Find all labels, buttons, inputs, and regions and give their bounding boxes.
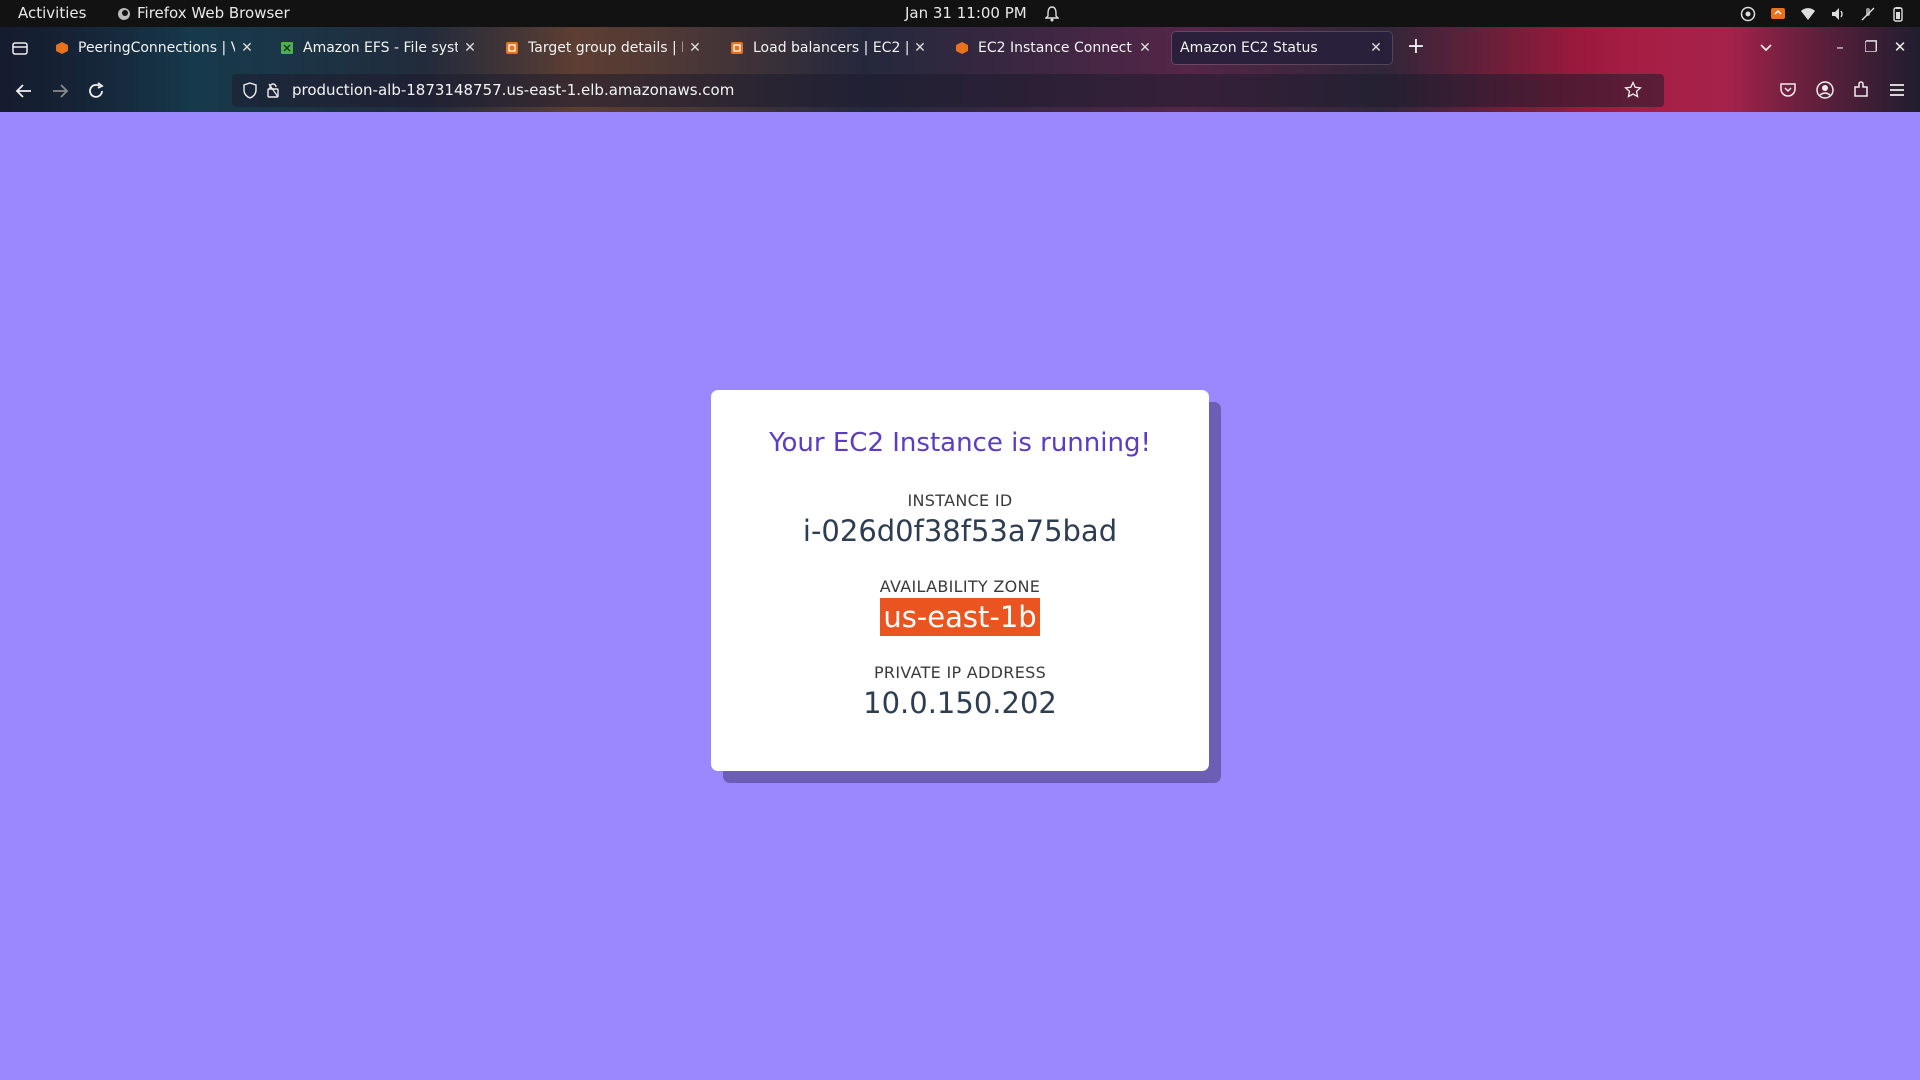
tab-bar: PeeringConnections | VP ✕ Amazon EFS - F… [0,27,1920,69]
minimize-button[interactable]: – [1828,35,1852,59]
aws-ec2-icon [731,42,743,54]
availability-zone-label: AVAILABILITY ZONE [879,577,1041,596]
private-ip-value: 10.0.150.202 [863,686,1057,720]
restore-button[interactable]: ❐ [1859,35,1883,59]
bookmark-star-icon[interactable] [1624,81,1642,99]
chrome-indicator-icon [1740,6,1756,21]
pocket-icon[interactable] [1777,79,1799,101]
tab-load-balancers[interactable]: Load balancers | EC2 | us ✕ [722,32,936,64]
clock-text: Jan 31 11:00 PM [905,4,1027,22]
account-icon[interactable] [1814,79,1836,101]
url-bar[interactable]: production-alb-1873148757.us-east-1.elb.… [232,74,1664,107]
app-menu[interactable]: Firefox Web Browser [117,0,290,27]
tab-title: PeeringConnections | VP [78,40,235,56]
system-top-bar: Activities Firefox Web Browser Jan 31 11… [0,0,1920,27]
clock[interactable]: Jan 31 11:00 PM [905,0,1059,27]
reload-icon[interactable] [84,79,108,103]
aws-ec2-icon [956,42,968,54]
app-name: Firefox Web Browser [137,4,290,22]
tab-title: Load balancers | EC2 | us [753,40,908,56]
tracking-protection-shield-icon[interactable] [242,82,258,99]
system-tray[interactable] [1740,0,1906,27]
close-window-button[interactable]: ✕ [1888,35,1912,59]
card-title: Your EC2 Instance is running! [769,428,1151,458]
tab-amazon-ec2-status[interactable]: Amazon EC2 Status ✕ [1172,32,1392,64]
chevron-down-icon[interactable] [1756,37,1776,57]
close-tab-icon[interactable]: ✕ [1137,40,1153,56]
extensions-puzzle-icon[interactable] [1850,79,1872,101]
page-content: Your EC2 Instance is running! INSTANCE I… [0,112,1920,1080]
aws-ec2-icon [506,42,518,54]
tab-ec2-instance-connect[interactable]: EC2 Instance Connect | u ✕ [947,32,1161,64]
browser-chrome: PeeringConnections | VP ✕ Amazon EFS - F… [0,27,1920,112]
screen-share-icon [1771,7,1785,19]
instance-id-label: INSTANCE ID [907,491,1013,510]
back-arrow-icon[interactable] [12,79,36,103]
forward-arrow-icon[interactable] [48,79,72,103]
instance-id-value: i-026d0f38f53a75bad [802,514,1118,548]
close-tab-icon[interactable]: ✕ [1368,40,1384,56]
tab-target-group-details[interactable]: Target group details | EC ✕ [497,32,711,64]
tab-peering-connections[interactable]: PeeringConnections | VP ✕ [47,32,263,64]
close-tab-icon[interactable]: ✕ [912,40,928,56]
private-ip-label: PRIVATE IP ADDRESS [873,663,1047,682]
navigation-bar: production-alb-1873148757.us-east-1.elb.… [0,69,1920,112]
tab-title: EC2 Instance Connect | u [978,40,1133,56]
firefox-view-icon[interactable] [10,38,30,58]
mic-muted-icon [1861,7,1875,20]
new-tab-button[interactable]: + [1404,35,1428,59]
volume-icon [1832,7,1843,20]
wifi-icon [1801,7,1815,20]
battery-icon [1893,6,1903,22]
url-text[interactable]: production-alb-1873148757.us-east-1.elb.… [292,74,734,107]
tab-title: Target group details | EC [528,40,683,56]
hamburger-menu-icon[interactable] [1886,79,1908,101]
firefox-icon [118,7,130,20]
aws-efs-icon [281,42,293,54]
tab-title: Amazon EFS - File system [303,40,458,56]
tab-amazon-efs[interactable]: Amazon EFS - File system ✕ [272,32,486,64]
availability-zone-wrapper: us-east-1b [711,598,1209,636]
notification-bell-icon [1044,5,1059,21]
close-tab-icon[interactable]: ✕ [239,40,255,56]
lock-icon[interactable] [266,82,280,99]
activities-button[interactable]: Activities [18,0,86,27]
availability-zone-value: us-east-1b [880,598,1040,636]
status-card: Your EC2 Instance is running! INSTANCE I… [711,390,1209,771]
close-tab-icon[interactable]: ✕ [462,40,478,56]
tab-title: Amazon EC2 Status [1180,40,1318,56]
close-tab-icon[interactable]: ✕ [687,40,703,56]
aws-vpc-icon [56,42,68,54]
